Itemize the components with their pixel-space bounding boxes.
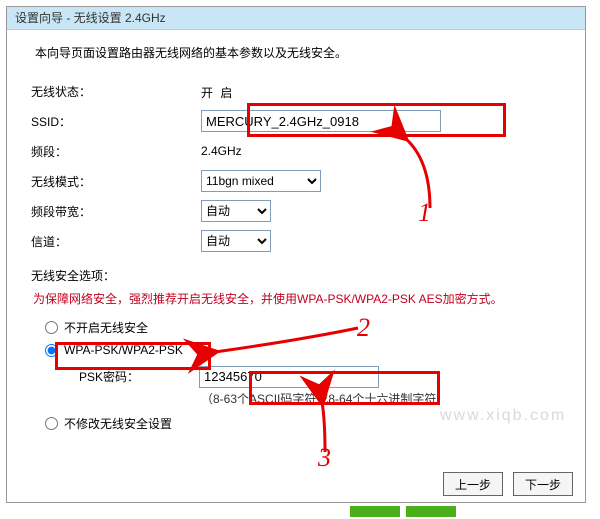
ssid-input[interactable] <box>201 110 441 132</box>
radio-wpa[interactable] <box>45 344 58 357</box>
label-mode: 无线模式： <box>31 173 201 190</box>
security-title: 无线安全选项： <box>31 267 561 284</box>
annotation-num-1: 1 <box>418 198 431 228</box>
decoration-bar-1 <box>350 506 400 517</box>
option-keep-label: 不修改无线安全设置 <box>64 415 172 432</box>
prev-button[interactable]: 上一步 <box>443 472 503 496</box>
bandwidth-select[interactable]: 自动 <box>201 200 271 222</box>
annotation-num-3: 3 <box>318 443 331 473</box>
intro-text: 本向导页面设置路由器无线网络的基本参数以及无线安全。 <box>35 44 561 61</box>
value-band: 2.4GHz <box>201 144 242 158</box>
label-channel: 信道： <box>31 233 201 250</box>
security-warning: 为保障网络安全，强烈推荐开启无线安全，并使用WPA-PSK/WPA2-PSK A… <box>33 290 559 309</box>
window-title: 设置向导 - 无线设置 2.4GHz <box>7 7 585 30</box>
channel-select[interactable]: 自动 <box>201 230 271 252</box>
radio-none[interactable] <box>45 321 58 334</box>
mode-select[interactable]: 11bgn mixed <box>201 170 321 192</box>
annotation-num-2: 2 <box>357 313 370 343</box>
label-band: 频段： <box>31 143 201 160</box>
label-ssid: SSID： <box>31 113 201 130</box>
option-wpa-label: WPA-PSK/WPA2-PSK <box>64 343 183 357</box>
value-status: 开 启 <box>201 82 234 101</box>
label-bandwidth: 频段带宽： <box>31 203 201 220</box>
radio-keep[interactable] <box>45 417 58 430</box>
button-bar: 上一步 下一步 <box>443 472 573 496</box>
option-none[interactable]: 不开启无线安全 <box>45 319 148 336</box>
wizard-window: 设置向导 - 无线设置 2.4GHz 本向导页面设置路由器无线网络的基本参数以及… <box>6 6 586 503</box>
psk-hint: （8-63个ASCII码字符或8-64个十六进制字符） <box>201 388 561 407</box>
label-psk: PSK密码： <box>79 368 199 385</box>
decoration-bar-2 <box>406 506 456 517</box>
option-wpa[interactable]: WPA-PSK/WPA2-PSK <box>45 343 183 357</box>
option-none-label: 不开启无线安全 <box>64 319 148 336</box>
window-body: 本向导页面设置路由器无线网络的基本参数以及无线安全。 无线状态： 开 启 SSI… <box>7 30 585 449</box>
label-status: 无线状态： <box>31 83 201 100</box>
next-button[interactable]: 下一步 <box>513 472 573 496</box>
psk-input[interactable] <box>199 366 379 388</box>
option-keep[interactable]: 不修改无线安全设置 <box>45 415 172 432</box>
watermark: www.xiqb.com <box>440 407 566 425</box>
